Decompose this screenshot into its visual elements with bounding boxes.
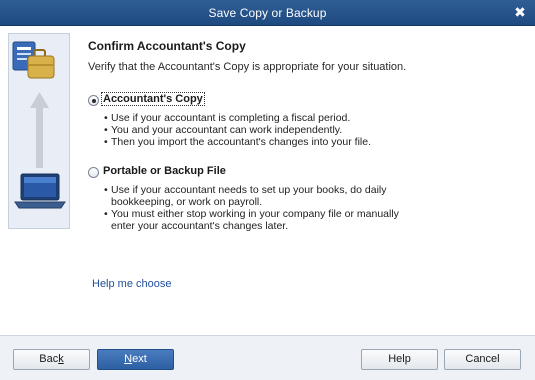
help-me-choose-link[interactable]: Help me choose xyxy=(92,278,172,290)
list-item-continuation: bookkeeping, or work on payroll. xyxy=(111,196,263,208)
up-arrow-icon xyxy=(30,92,49,168)
next-button[interactable]: Next xyxy=(97,349,174,370)
list-item: You must either stop working in your com… xyxy=(104,208,399,220)
laptop-icon xyxy=(14,173,66,209)
portable-backup-radio[interactable] xyxy=(88,167,99,178)
list-item: bookkeeping, or work on payroll. xyxy=(105,196,399,208)
list-item: Use if your accountant needs to set up y… xyxy=(104,184,399,196)
close-icon[interactable]: ✖ xyxy=(513,4,527,20)
back-button[interactable]: Back xyxy=(13,349,90,370)
dialog-content: Confirm Accountant's Copy Verify that th… xyxy=(0,26,535,336)
accountants-copy-label[interactable]: Accountant's Copy xyxy=(101,92,205,106)
accountants-copy-details: Use if your accountant is completing a f… xyxy=(104,112,371,148)
back-button-accesskey: k xyxy=(58,353,64,365)
accountants-copy-radio[interactable] xyxy=(88,95,99,106)
list-item-continuation: enter your accountant's changes later. xyxy=(111,220,289,232)
help-button[interactable]: Help xyxy=(361,349,438,370)
back-button-label: Bac xyxy=(39,353,59,365)
list-item: Use if your accountant is completing a f… xyxy=(104,112,371,124)
portable-backup-label[interactable]: Portable or Backup File xyxy=(102,165,227,177)
portable-backup-details: Use if your accountant needs to set up y… xyxy=(104,184,399,232)
list-item: enter your accountant's changes later. xyxy=(105,220,399,232)
list-item: Then you import the accountant's changes… xyxy=(104,136,371,148)
illustration-panel xyxy=(8,33,70,229)
title-bar: Save Copy or Backup ✖ xyxy=(0,0,535,26)
cancel-button[interactable]: Cancel xyxy=(444,349,521,370)
window-title: Save Copy or Backup xyxy=(208,6,327,20)
next-button-accesskey: N xyxy=(124,353,133,365)
list-item: You and your accountant can work indepen… xyxy=(104,124,371,136)
page-instructions: Verify that the Accountant's Copy is app… xyxy=(88,61,407,73)
illustration xyxy=(12,41,66,209)
button-bar: Back Next Help Cancel xyxy=(0,336,535,380)
next-button-label: ext xyxy=(132,353,147,365)
page-title: Confirm Accountant's Copy xyxy=(88,39,246,53)
